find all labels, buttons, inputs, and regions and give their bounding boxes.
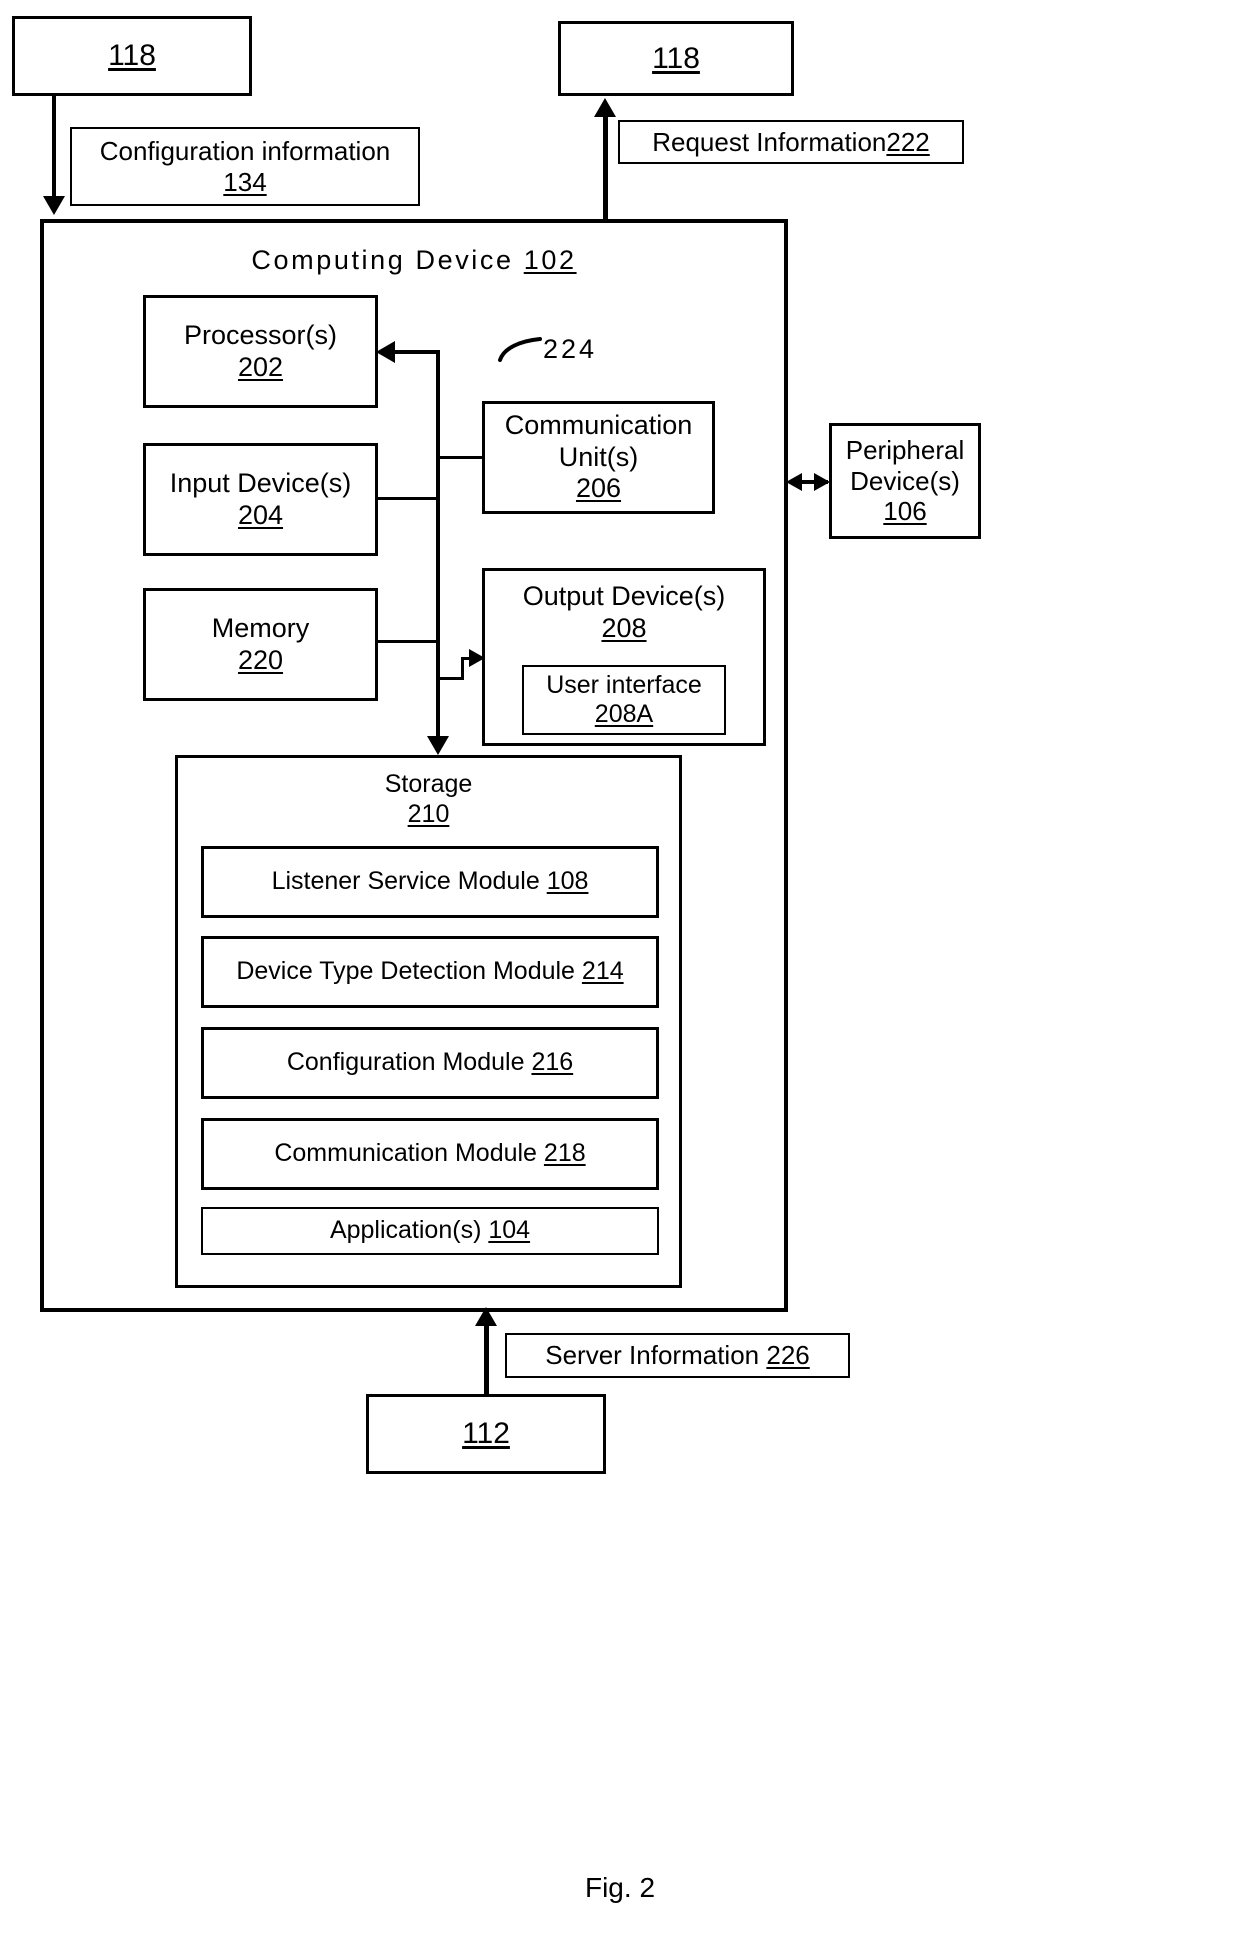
module-device-type-detection-label: Device Type Detection Module 214	[236, 957, 624, 986]
arrow-112-to-computing-device-head	[475, 1307, 497, 1326]
memory-box: Memory 220	[143, 588, 378, 701]
peripheral-device-ref: 106	[883, 496, 927, 527]
node-118-top-left-ref: 118	[108, 39, 156, 73]
peripheral-link-arrow-left	[786, 473, 802, 491]
server-information-ref: 226	[766, 1340, 810, 1371]
bus-branch-to-output-step-h1	[436, 677, 464, 680]
arrow-118-to-computing-device-head	[43, 196, 65, 215]
bus-vertical-spine	[436, 350, 440, 750]
bus-branch-to-processor	[392, 350, 440, 354]
module-communication-ref: 218	[543, 1139, 586, 1168]
peripheral-device-label-line2: Device(s)	[850, 465, 960, 496]
node-118-top-right: 118	[558, 21, 794, 96]
user-interface-box: User interface 208A	[522, 665, 726, 735]
memory-ref: 220	[237, 644, 284, 675]
module-communication: Communication Module 218	[201, 1118, 659, 1190]
input-device-ref: 204	[237, 499, 284, 530]
bus-leader-line	[498, 337, 542, 362]
communication-unit-box: Communication Unit(s) 206	[482, 401, 715, 514]
bus-label-224: 224	[543, 334, 598, 364]
request-information-ref: 222	[886, 126, 930, 157]
processor-ref: 202	[237, 351, 284, 382]
module-device-type-detection-ref: 214	[581, 957, 624, 986]
processor-box: Processor(s) 202	[143, 295, 378, 408]
bus-arrow-to-storage	[427, 736, 449, 755]
memory-label: Memory	[211, 612, 310, 643]
input-device-label: Input Device(s)	[169, 467, 352, 498]
module-applications-ref: 104	[488, 1216, 531, 1245]
node-112: 112	[366, 1394, 606, 1474]
server-information-box: Server Information 226	[505, 1333, 850, 1378]
peripheral-device-label-line1: Peripheral	[845, 434, 965, 465]
module-configuration-ref: 216	[531, 1048, 574, 1077]
patent-figure-2: 118 Configuration information 134 118 Re…	[0, 0, 1240, 1953]
bus-branch-to-output-step-v	[461, 659, 464, 680]
bus-branch-to-communication-unit	[436, 456, 484, 459]
bus-branch-from-input-device	[378, 497, 438, 500]
figure-caption: Fig. 2	[584, 1872, 656, 1903]
module-configuration: Configuration Module 216	[201, 1027, 659, 1099]
processor-label: Processor(s)	[183, 319, 338, 350]
configuration-information-box: Configuration information 134	[70, 127, 420, 206]
computing-device-ref: 102	[523, 245, 577, 275]
input-device-box: Input Device(s) 204	[143, 443, 378, 556]
arrow-112-to-computing-device-shaft	[484, 1325, 489, 1397]
server-information-label: Server Information 226	[545, 1340, 810, 1371]
request-information-box: Request Information222	[618, 120, 964, 164]
arrow-request-info-shaft	[603, 116, 608, 222]
communication-unit-label-line2: Unit(s)	[558, 441, 639, 472]
module-listener-service-ref: 108	[546, 867, 589, 896]
bus-arrow-to-output-device	[469, 649, 485, 667]
module-applications: Application(s) 104	[201, 1207, 659, 1255]
module-device-type-detection: Device Type Detection Module 214	[201, 936, 659, 1008]
user-interface-ref: 208A	[594, 700, 654, 728]
module-configuration-label: Configuration Module 216	[286, 1048, 574, 1077]
output-device-label: Output Device(s)	[522, 581, 726, 611]
node-118-top-left: 118	[12, 16, 252, 96]
configuration-information-ref: 134	[223, 166, 267, 197]
module-listener-service-label: Listener Service Module 108	[271, 867, 589, 896]
arrow-118-to-computing-device-shaft	[52, 96, 56, 200]
module-communication-label: Communication Module 218	[274, 1139, 586, 1168]
bus-arrow-to-processor	[376, 341, 395, 363]
communication-unit-ref: 206	[575, 473, 622, 504]
peripheral-link-arrow-right	[814, 473, 830, 491]
user-interface-label: User interface	[546, 670, 702, 699]
request-information-label: Request Information222	[652, 126, 930, 157]
node-112-ref: 112	[462, 1417, 510, 1451]
module-listener-service: Listener Service Module 108	[201, 846, 659, 918]
communication-unit-label-line1: Communication	[504, 409, 693, 440]
storage-title: Storage 210	[384, 770, 473, 828]
storage-ref: 210	[407, 799, 450, 828]
computing-device-title: Computing Device 102	[251, 245, 577, 275]
peripheral-device-box: Peripheral Device(s) 106	[829, 423, 981, 539]
output-device-ref: 208	[601, 612, 647, 643]
node-118-top-right-ref: 118	[652, 41, 700, 75]
module-applications-label: Application(s) 104	[329, 1216, 531, 1245]
configuration-information-label: Configuration information	[99, 135, 391, 166]
arrow-request-info-head	[594, 98, 616, 117]
bus-branch-from-memory	[378, 640, 438, 643]
